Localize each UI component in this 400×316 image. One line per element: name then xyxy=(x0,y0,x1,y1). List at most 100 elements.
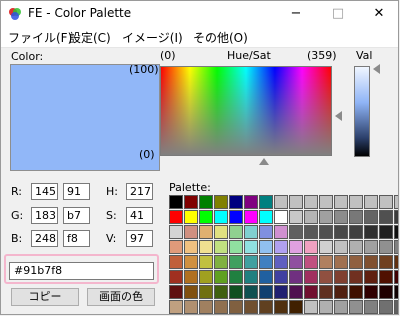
palette-swatch[interactable] xyxy=(244,240,258,254)
menu-file[interactable]: ファイル(F) xyxy=(8,29,72,46)
palette-swatch[interactable] xyxy=(289,285,303,299)
palette-swatch[interactable] xyxy=(184,285,198,299)
palette-swatch[interactable] xyxy=(394,255,398,269)
palette-swatch[interactable] xyxy=(304,300,318,314)
hex-color-input[interactable]: #91b7f8 xyxy=(9,262,154,280)
menu-image[interactable]: イメージ(I) xyxy=(122,29,183,46)
h-field[interactable]: 217 xyxy=(126,183,153,200)
menu-settings[interactable]: 設定(C) xyxy=(69,29,111,46)
s-field[interactable]: 41 xyxy=(126,207,153,224)
palette-swatch[interactable] xyxy=(274,300,288,314)
palette-swatch[interactable] xyxy=(394,285,398,299)
palette-swatch[interactable] xyxy=(244,225,258,239)
palette-swatch[interactable] xyxy=(349,255,363,269)
palette-swatch[interactable] xyxy=(319,300,333,314)
palette-swatch[interactable] xyxy=(394,210,398,224)
palette-swatch[interactable] xyxy=(379,225,393,239)
palette-swatch[interactable] xyxy=(184,240,198,254)
palette-swatch[interactable] xyxy=(304,255,318,269)
palette-swatch[interactable] xyxy=(289,270,303,284)
palette-swatch[interactable] xyxy=(289,255,303,269)
value-slider[interactable] xyxy=(354,66,370,157)
palette-swatch[interactable] xyxy=(229,300,243,314)
palette-swatch[interactable] xyxy=(259,225,273,239)
palette-swatch[interactable] xyxy=(214,240,228,254)
palette-swatch[interactable] xyxy=(304,195,318,209)
palette-swatch[interactable] xyxy=(379,270,393,284)
palette-swatch[interactable] xyxy=(379,300,393,314)
palette-swatch[interactable] xyxy=(334,285,348,299)
palette-swatch[interactable] xyxy=(169,255,183,269)
palette-swatch[interactable] xyxy=(334,240,348,254)
palette-swatch[interactable] xyxy=(169,225,183,239)
palette-swatch[interactable] xyxy=(184,270,198,284)
palette-swatch[interactable] xyxy=(214,255,228,269)
palette-swatch[interactable] xyxy=(184,225,198,239)
sat-marker-icon[interactable] xyxy=(335,111,342,121)
palette-swatch[interactable] xyxy=(259,300,273,314)
palette-swatch[interactable] xyxy=(184,300,198,314)
palette-swatch[interactable] xyxy=(259,195,273,209)
palette-swatch[interactable] xyxy=(349,285,363,299)
palette-swatch[interactable] xyxy=(364,240,378,254)
palette-swatch[interactable] xyxy=(394,270,398,284)
palette-swatch[interactable] xyxy=(394,240,398,254)
palette-swatch[interactable] xyxy=(184,255,198,269)
palette-swatch[interactable] xyxy=(349,195,363,209)
palette-swatch[interactable] xyxy=(394,195,398,209)
close-button[interactable]: ✕ xyxy=(358,1,398,27)
palette-swatch[interactable] xyxy=(349,270,363,284)
palette-swatch[interactable] xyxy=(289,225,303,239)
palette-swatch[interactable] xyxy=(274,195,288,209)
palette-swatch[interactable] xyxy=(364,300,378,314)
palette-swatch[interactable] xyxy=(229,270,243,284)
palette-swatch[interactable] xyxy=(229,225,243,239)
palette-swatch[interactable] xyxy=(274,210,288,224)
palette-swatch[interactable] xyxy=(199,255,213,269)
palette-swatch[interactable] xyxy=(304,285,318,299)
palette-swatch[interactable] xyxy=(169,285,183,299)
palette-swatch[interactable] xyxy=(259,285,273,299)
palette-swatch[interactable] xyxy=(379,240,393,254)
g-hex-field[interactable]: b7 xyxy=(63,207,90,224)
palette-swatch[interactable] xyxy=(349,300,363,314)
palette-swatch[interactable] xyxy=(169,210,183,224)
palette-swatch[interactable] xyxy=(244,210,258,224)
b-hex-field[interactable]: f8 xyxy=(63,230,90,247)
minimize-button[interactable]: − xyxy=(275,1,317,27)
palette-swatch[interactable] xyxy=(334,255,348,269)
palette-swatch[interactable] xyxy=(379,255,393,269)
palette-swatch[interactable] xyxy=(304,225,318,239)
palette-swatch[interactable] xyxy=(259,240,273,254)
palette-swatch[interactable] xyxy=(379,195,393,209)
maximize-button[interactable]: □ xyxy=(317,1,359,27)
palette-swatch[interactable] xyxy=(244,270,258,284)
palette-swatch[interactable] xyxy=(244,285,258,299)
palette-swatch[interactable] xyxy=(304,270,318,284)
menu-other[interactable]: その他(O) xyxy=(193,29,248,46)
palette-swatch[interactable] xyxy=(229,255,243,269)
palette-swatch[interactable] xyxy=(274,225,288,239)
palette-swatch[interactable] xyxy=(364,270,378,284)
palette-swatch[interactable] xyxy=(364,195,378,209)
palette-swatch[interactable] xyxy=(364,225,378,239)
palette-swatch[interactable] xyxy=(319,255,333,269)
palette-swatch[interactable] xyxy=(199,195,213,209)
palette-swatch[interactable] xyxy=(274,240,288,254)
palette-swatch[interactable] xyxy=(199,225,213,239)
palette-swatch[interactable] xyxy=(289,195,303,209)
palette-swatch[interactable] xyxy=(229,195,243,209)
g-dec-field[interactable]: 183 xyxy=(31,207,58,224)
value-marker-icon[interactable] xyxy=(373,64,380,74)
palette-swatch[interactable] xyxy=(214,270,228,284)
palette-swatch[interactable] xyxy=(199,270,213,284)
r-hex-field[interactable]: 91 xyxy=(63,183,90,200)
palette-swatch[interactable] xyxy=(229,210,243,224)
palette-swatch[interactable] xyxy=(199,210,213,224)
palette-swatch[interactable] xyxy=(349,240,363,254)
palette-swatch[interactable] xyxy=(334,270,348,284)
palette-swatch[interactable] xyxy=(214,210,228,224)
palette-swatch[interactable] xyxy=(274,285,288,299)
hue-sat-picker[interactable] xyxy=(160,66,332,156)
copy-button[interactable]: コピー xyxy=(11,288,79,306)
